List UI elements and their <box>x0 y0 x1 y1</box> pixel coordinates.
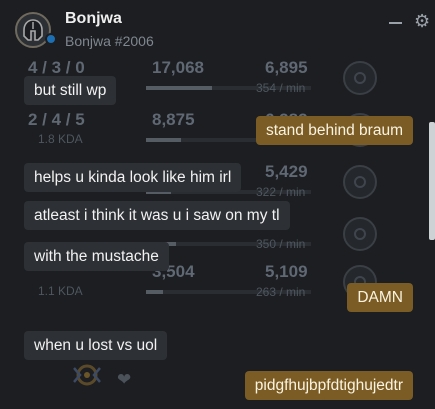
gold-text: 5,429 <box>265 162 308 181</box>
champion-icon <box>343 165 377 199</box>
helmet-icon <box>23 19 43 41</box>
chat-header: Bonjwa Bonjwa #2006 ⚙ <box>0 0 435 58</box>
gold-rate-text: 354 / min <box>256 81 306 95</box>
gold-rate-text: 322 / min <box>256 185 306 199</box>
friend-tag: Bonjwa #2006 <box>65 33 154 49</box>
damage-text: 17,068 <box>152 58 204 77</box>
received-message[interactable]: atleast i think it was u i saw on my tl <box>24 201 290 230</box>
gold-text: 6,895 <box>265 58 308 77</box>
broken-heart-icon: ❤ <box>117 370 132 389</box>
sent-message[interactable]: DAMN <box>347 283 413 312</box>
received-message[interactable]: but still wp <box>24 76 117 105</box>
friend-name: Bonjwa <box>65 10 122 27</box>
team-emblem-icon <box>73 364 101 386</box>
chat-scrollbar[interactable] <box>429 122 435 240</box>
gold-rate-text: 350 / min <box>256 237 306 251</box>
sent-message[interactable]: stand behind braum <box>255 116 413 145</box>
gear-icon[interactable]: ⚙ <box>414 11 430 31</box>
sent-message[interactable]: pidgfhujbpfdtighujedtr <box>244 371 413 400</box>
online-status-indicator <box>45 33 57 45</box>
champion-icon <box>343 217 377 251</box>
gold-rate-text: 263 / min <box>256 285 306 299</box>
received-message[interactable]: when u lost vs uol <box>24 331 168 360</box>
received-message[interactable]: helps u kinda look like him irl <box>24 163 242 192</box>
kda-text: 2 / 4 / 5 <box>28 110 85 129</box>
champion-icon <box>343 61 377 95</box>
kda-ratio-text: 1.8 KDA <box>38 132 83 146</box>
kda-ratio-text: 1.1 KDA <box>38 284 83 298</box>
damage-text: 8,875 <box>152 110 195 129</box>
gold-text: 5,109 <box>265 262 308 281</box>
kda-text: 4 / 3 / 0 <box>28 58 85 77</box>
minimize-icon[interactable] <box>389 22 402 24</box>
received-message[interactable]: with the mustache <box>24 242 169 271</box>
